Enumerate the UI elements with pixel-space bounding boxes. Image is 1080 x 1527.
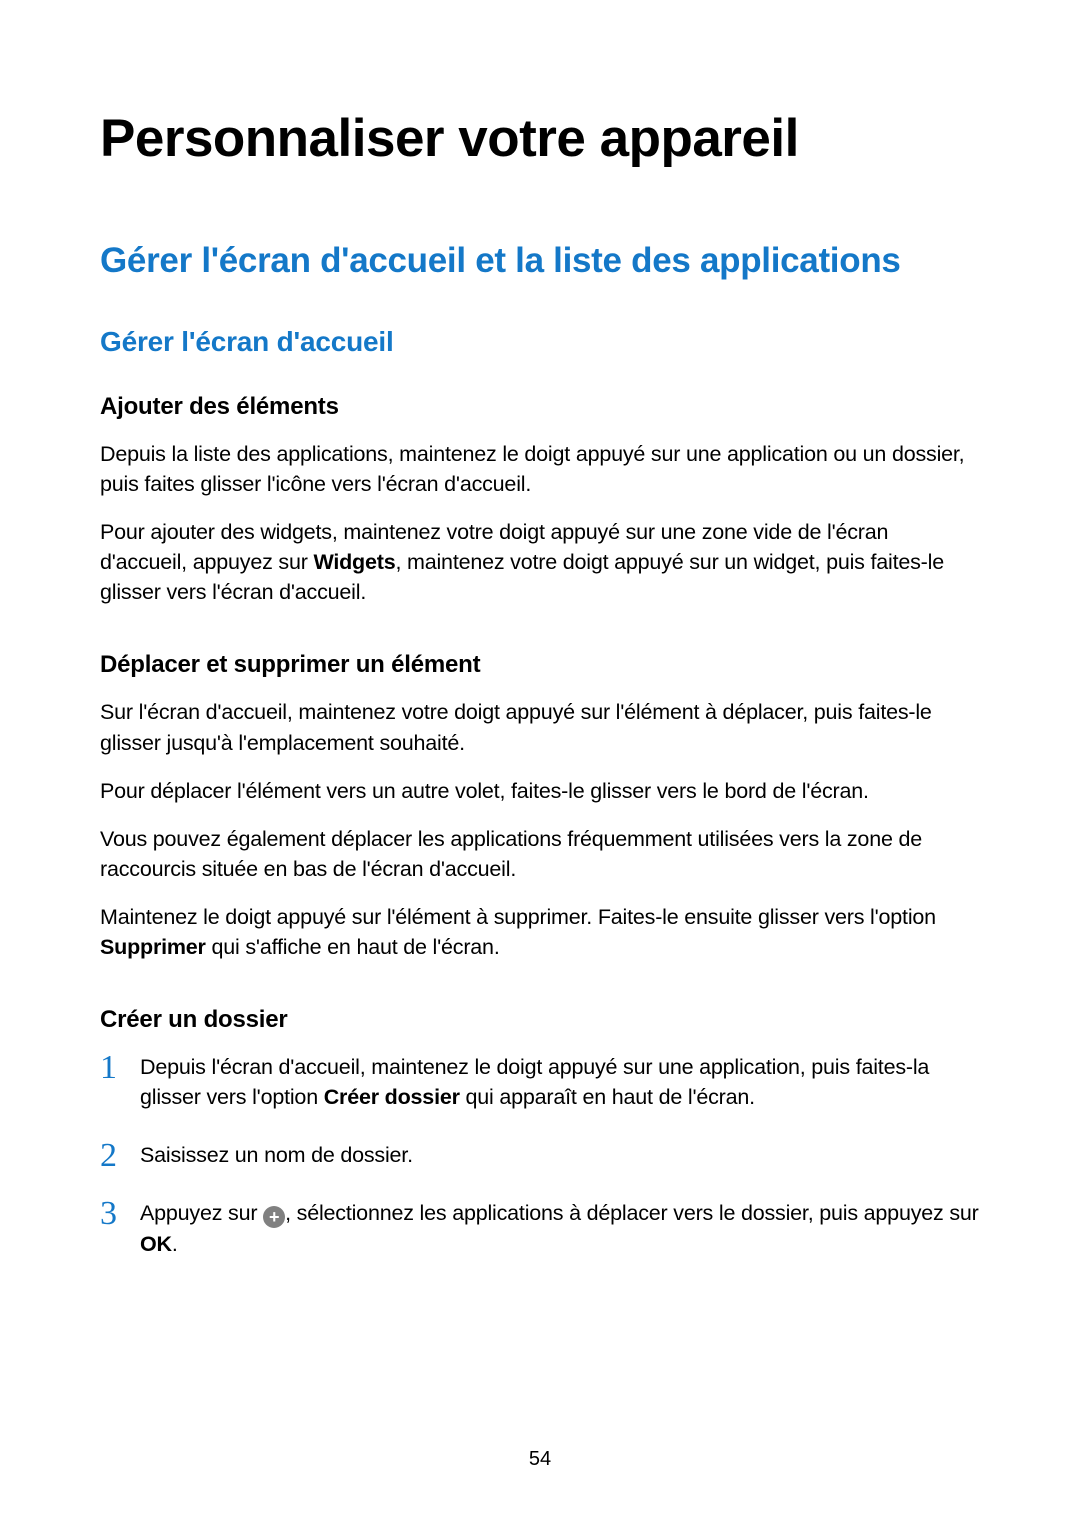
heading-creer: Créer un dossier — [100, 1006, 980, 1034]
section-heading-main: Gérer l'écran d'accueil et la liste des … — [100, 241, 980, 281]
bold-text: Supprimer — [100, 935, 206, 959]
text: Appuyez sur — [140, 1201, 263, 1225]
heading-ajouter: Ajouter des éléments — [100, 393, 980, 421]
step-item: Depuis l'écran d'accueil, maintenez le d… — [100, 1052, 980, 1112]
heading-deplacer: Déplacer et supprimer un élément — [100, 651, 980, 679]
text: . — [172, 1232, 178, 1256]
paragraph: Sur l'écran d'accueil, maintenez votre d… — [100, 697, 980, 757]
page-number: 54 — [0, 1448, 1080, 1471]
plus-icon: + — [263, 1206, 285, 1228]
bold-text: Créer dossier — [324, 1085, 460, 1109]
paragraph: Depuis la liste des applications, mainte… — [100, 439, 980, 499]
page-title: Personnaliser votre appareil — [100, 108, 980, 169]
section-ajouter: Ajouter des éléments Depuis la liste des… — [100, 393, 980, 607]
paragraph: Vous pouvez également déplacer les appli… — [100, 824, 980, 884]
text: , sélectionnez les applications à déplac… — [285, 1201, 979, 1225]
paragraph: Maintenez le doigt appuyé sur l'élément … — [100, 902, 980, 962]
subsection-heading: Gérer l'écran d'accueil — [100, 326, 980, 358]
bold-text: Widgets — [313, 550, 395, 574]
steps-list: Depuis l'écran d'accueil, maintenez le d… — [100, 1052, 980, 1258]
text: Maintenez le doigt appuyé sur l'élément … — [100, 905, 936, 929]
bold-text: OK — [140, 1232, 172, 1256]
text: qui s'affiche en haut de l'écran. — [206, 935, 500, 959]
section-deplacer: Déplacer et supprimer un élément Sur l'é… — [100, 651, 980, 962]
section-creer: Créer un dossier Depuis l'écran d'accuei… — [100, 1006, 980, 1258]
text: qui apparaît en haut de l'écran. — [460, 1085, 755, 1109]
document-page: Personnaliser votre appareil Gérer l'écr… — [0, 0, 1080, 1259]
step-item: Saisissez un nom de dossier. — [100, 1140, 980, 1170]
paragraph: Pour ajouter des widgets, maintenez votr… — [100, 517, 980, 607]
paragraph: Pour déplacer l'élément vers un autre vo… — [100, 776, 980, 806]
step-item: Appuyez sur +, sélectionnez les applicat… — [100, 1198, 980, 1258]
